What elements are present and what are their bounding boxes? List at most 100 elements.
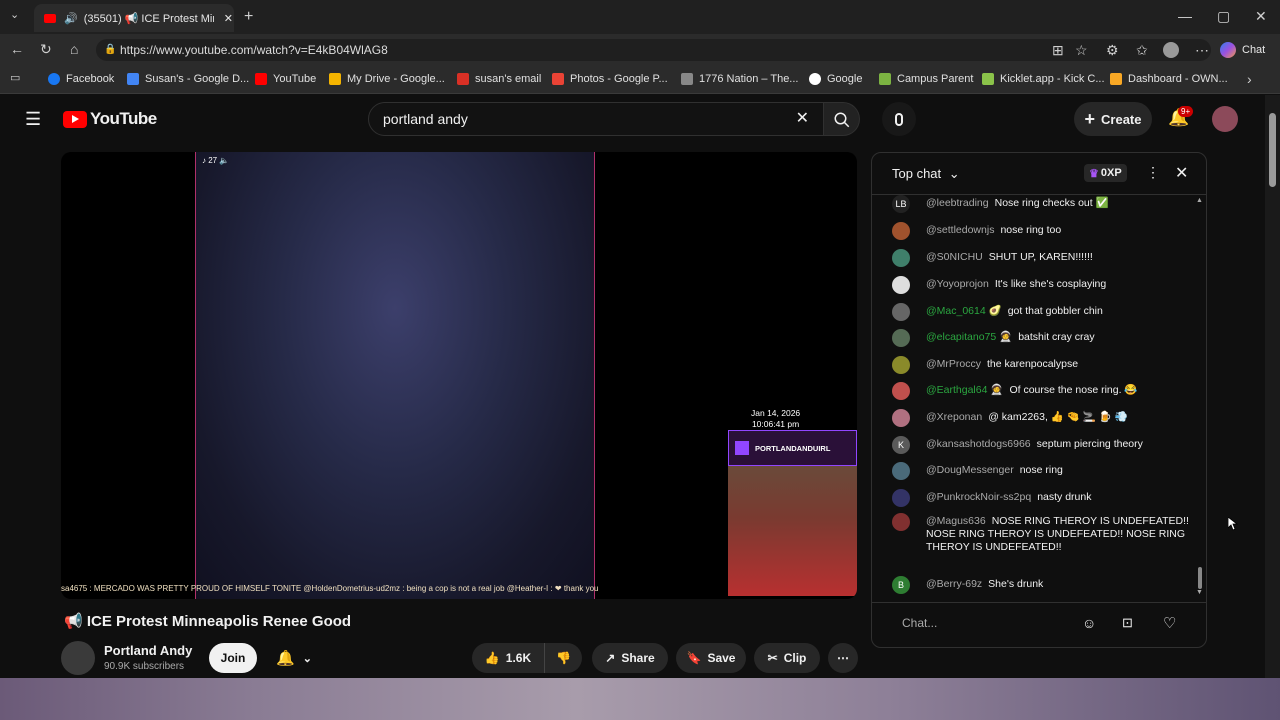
tab-list-icon[interactable]: ⌄ <box>10 10 19 21</box>
apps-icon[interactable]: ⊞ <box>1052 43 1064 57</box>
bookmarks-overflow-icon[interactable]: › <box>1247 72 1252 86</box>
chat-author-name[interactable]: @kansashotdogs6966 <box>926 438 1031 450</box>
more-actions-button[interactable]: ⋯ <box>828 643 858 673</box>
clip-button[interactable]: ✂ Clip <box>754 643 820 673</box>
create-button[interactable]: + Create <box>1074 102 1152 136</box>
chat-author-avatar[interactable] <box>892 356 910 374</box>
bookmark-google-photos[interactable]: Photos - Google P... <box>552 73 668 85</box>
like-button[interactable]: 👍 1.6K <box>472 643 544 673</box>
bookmark-google-docs[interactable]: Susan's - Google D... <box>127 73 249 85</box>
chat-author-avatar[interactable] <box>892 489 910 507</box>
heart-icon[interactable]: ♡ <box>1163 614 1176 632</box>
chat-close-icon[interactable]: ✕ <box>1175 163 1188 183</box>
bookmark-label: Susan's - Google D... <box>145 73 250 85</box>
chat-author-avatar[interactable]: K <box>892 436 910 454</box>
chat-author-name[interactable]: @elcapitano75 🧑‍🚀 <box>926 331 1012 343</box>
chat-input[interactable]: Chat... <box>884 608 1084 638</box>
chat-author-avatar[interactable] <box>892 462 910 480</box>
refresh-icon[interactable]: ↻ <box>40 42 52 56</box>
tab-close-icon[interactable]: ✕ <box>224 12 233 25</box>
bookmark-facebook[interactable]: Facebook <box>48 73 114 85</box>
notifications-button[interactable]: 🔔 9+ <box>1168 106 1194 132</box>
youtube-logo[interactable]: YouTube <box>63 109 157 129</box>
chat-author-avatar[interactable] <box>892 276 910 294</box>
clear-search-icon[interactable]: ✕ <box>796 103 809 135</box>
search-button[interactable] <box>824 102 860 136</box>
timestamp-time: 10:06:41 pm <box>751 419 800 429</box>
chat-author-avatar[interactable] <box>892 409 910 427</box>
chat-author-name[interactable]: @S0NICHU <box>926 251 983 263</box>
bookmark-my-drive[interactable]: My Drive - Google... <box>329 73 445 85</box>
back-icon[interactable]: ← <box>10 42 24 56</box>
chat-author-avatar[interactable] <box>892 513 910 531</box>
search-input[interactable]: portland andy ✕ <box>368 102 824 136</box>
page-scrollbar-thumb[interactable] <box>1269 113 1276 187</box>
page-scrollbar[interactable] <box>1265 95 1280 678</box>
tiktok-overlay: ♪ 27 🔈 <box>202 156 229 165</box>
top-chat-selector[interactable]: Top chat ⌄ <box>892 166 960 182</box>
maximize-icon[interactable]: ▢ <box>1217 9 1230 23</box>
minimize-icon[interactable]: — <box>1178 9 1192 23</box>
chat-author-name[interactable]: @Xreponan <box>926 411 982 423</box>
voice-search-button[interactable] <box>882 102 916 136</box>
bookmark-email[interactable]: susan's email <box>457 73 541 85</box>
bookmark-kicklet[interactable]: Kicklet.app - Kick C... <box>982 73 1105 85</box>
chat-author-avatar[interactable] <box>892 222 910 240</box>
notification-bell-button[interactable]: 🔔 ⌄ <box>266 643 322 673</box>
chat-author-name[interactable]: @DougMessenger <box>926 464 1014 476</box>
emoji-icon[interactable]: ☺ <box>1082 615 1096 631</box>
video-player[interactable]: ♪ 27 🔈 Jan 14, 2026 10:06:41 pm PORTLAND… <box>61 152 857 599</box>
favorites-icon[interactable]: ✩ <box>1136 43 1148 57</box>
new-tab-icon[interactable]: + <box>244 9 253 25</box>
chat-scrollbar-thumb[interactable] <box>1198 567 1202 589</box>
browser-tab[interactable]: 🔊 (35501) 📢 ICE Protest Minnea... ✕ <box>34 4 234 32</box>
bookmark-label: My Drive - Google... <box>347 73 445 85</box>
bookmark-1776-nation[interactable]: 1776 Nation – The... <box>681 73 798 85</box>
microphone-icon <box>895 112 903 126</box>
super-chat-icon[interactable]: ⊡ <box>1122 615 1133 631</box>
chat-author-name[interactable]: @Magus636 <box>926 515 986 527</box>
reading-list-icon[interactable]: ▭ <box>10 73 20 84</box>
more-menu-icon[interactable]: ⋯ <box>1195 43 1209 57</box>
copilot-chat-button[interactable]: Chat <box>1220 40 1265 60</box>
chat-author-avatar[interactable]: B <box>892 576 910 594</box>
google-icon <box>809 73 821 85</box>
bookmark-campus-parent[interactable]: Campus Parent <box>879 73 973 85</box>
bookmark-dashboard[interactable]: Dashboard - OWN... <box>1110 73 1228 85</box>
share-button[interactable]: ↗ Share <box>592 643 668 673</box>
chat-author-name[interactable]: @leebtrading <box>926 197 989 209</box>
chat-scroll-up-icon[interactable]: ▲ <box>1196 197 1203 204</box>
chat-author-name[interactable]: @Yoyoprojon <box>926 278 989 290</box>
join-button[interactable]: Join <box>209 643 257 673</box>
url-field[interactable]: 🔒 https://www.youtube.com/watch?v=E4kB04… <box>96 39 1211 61</box>
home-icon[interactable]: ⌂ <box>70 42 78 56</box>
channel-avatar[interactable] <box>61 641 95 675</box>
search-icon <box>834 112 850 128</box>
chat-author-avatar[interactable] <box>892 303 910 321</box>
chat-author-avatar[interactable] <box>892 382 910 400</box>
chat-scroll-down-icon[interactable]: ▼ <box>1196 589 1203 596</box>
audio-icon[interactable]: 🔊 <box>64 12 78 25</box>
account-avatar[interactable] <box>1212 106 1238 132</box>
xp-badge[interactable]: ♛ 0XP <box>1084 164 1127 182</box>
window-close-icon[interactable]: ✕ <box>1255 9 1267 23</box>
profile-avatar[interactable] <box>1163 42 1179 58</box>
extensions-icon[interactable]: ⚙ <box>1106 43 1119 57</box>
chat-author-name[interactable]: @Earthgal64 🧑‍🚀 <box>926 384 1003 396</box>
chat-author-avatar[interactable]: LB <box>892 195 910 213</box>
chat-author-name[interactable]: @PunkrockNoir-ss2pq <box>926 491 1031 503</box>
chat-author-name[interactable]: @Mac_0614 🥑 <box>926 305 1002 317</box>
hamburger-menu-icon[interactable]: ☰ <box>25 110 41 128</box>
chat-author-name[interactable]: @Berry-69z <box>926 578 982 590</box>
bookmark-youtube[interactable]: YouTube <box>255 73 316 85</box>
bookmark-google[interactable]: Google <box>809 73 862 85</box>
save-button[interactable]: 🔖 Save <box>676 643 746 673</box>
chat-author-name[interactable]: @settledownjs <box>926 224 994 236</box>
chat-author-name[interactable]: @MrProccy <box>926 358 981 370</box>
chat-menu-icon[interactable]: ⋮ <box>1146 164 1160 181</box>
dislike-button[interactable]: 👎 <box>544 643 582 673</box>
channel-name[interactable]: Portland Andy <box>104 643 192 658</box>
favorite-star-icon[interactable]: ☆ <box>1075 43 1088 57</box>
chat-author-avatar[interactable] <box>892 249 910 267</box>
chat-author-avatar[interactable] <box>892 329 910 347</box>
